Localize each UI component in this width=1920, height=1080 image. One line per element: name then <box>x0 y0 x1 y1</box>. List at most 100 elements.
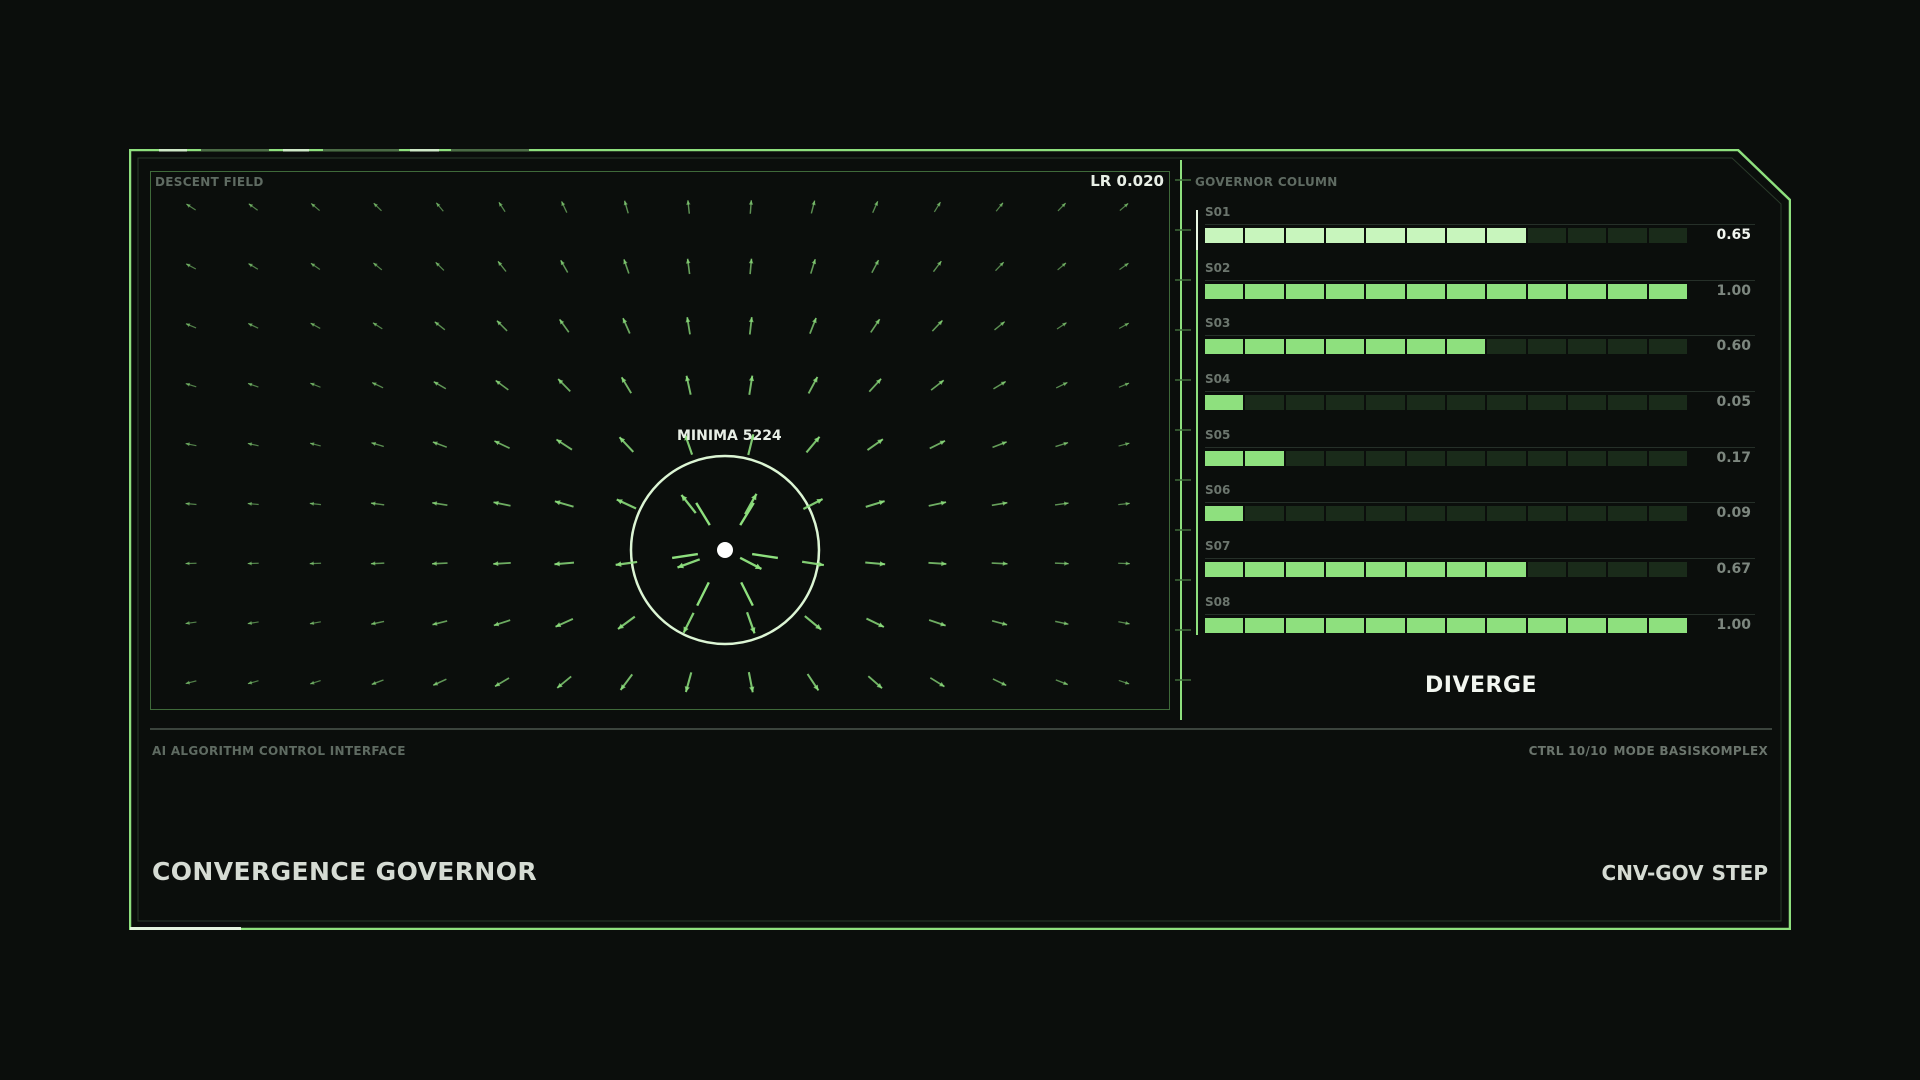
field-vector-arrow <box>747 671 755 693</box>
step-button[interactable]: STEP <box>1712 861 1768 885</box>
bar-segment <box>1205 228 1244 243</box>
field-vector-arrow <box>1055 620 1069 626</box>
field-vector-arrow <box>247 501 259 506</box>
bar-segment <box>1366 395 1405 411</box>
field-vector-arrow <box>371 620 385 626</box>
field-vector-arrow <box>748 317 754 335</box>
field-vector-arrow <box>554 500 574 508</box>
governor-row-rule <box>1205 279 1755 281</box>
field-vector-arrow <box>1054 561 1069 566</box>
field-vector-arrow <box>185 323 197 329</box>
bar-segment <box>1205 450 1244 466</box>
bar-segment <box>1487 562 1526 578</box>
field-vector-arrow <box>993 380 1007 390</box>
bar-segment <box>1406 450 1445 466</box>
bar-segment <box>1285 228 1324 243</box>
field-vector-arrow <box>1118 561 1130 566</box>
bar-segment <box>1285 339 1324 355</box>
bar-segment <box>1487 450 1526 466</box>
governor-row[interactable]: S01 0.65 <box>1195 202 1757 258</box>
field-vector-arrow <box>809 317 817 335</box>
field-vector-arrow <box>739 556 763 571</box>
field-vector-arrow <box>556 675 572 689</box>
bar-segment <box>1326 339 1365 355</box>
governor-row[interactable]: S08 1.00 <box>1195 592 1757 648</box>
bar-segment <box>1406 395 1445 411</box>
descent-field-title: DESCENT FIELD <box>155 175 264 189</box>
governor-level-bar[interactable] <box>1205 562 1687 578</box>
governor-level-bar[interactable] <box>1205 450 1687 466</box>
governor-level-bar[interactable] <box>1205 228 1687 243</box>
governor-row[interactable]: S02 1.00 <box>1195 258 1757 314</box>
bar-segment <box>1527 339 1566 355</box>
governor-row-label: S07 <box>1205 539 1231 554</box>
field-vector-arrow <box>623 200 629 214</box>
bar-segment <box>1527 450 1566 466</box>
bar-segment <box>1608 450 1647 466</box>
field-vector-arrow <box>557 378 571 393</box>
governor-row[interactable]: S07 0.67 <box>1195 536 1757 592</box>
bar-segment <box>1447 562 1486 578</box>
governor-row-value: 0.60 <box>1716 338 1751 355</box>
field-vector-arrow <box>248 203 259 211</box>
minima-point[interactable] <box>717 542 733 558</box>
field-vector-arrow <box>373 202 382 212</box>
bar-segment <box>1366 562 1405 578</box>
bar-segment <box>1285 506 1324 522</box>
app-title: CONVERGENCE GOVERNOR <box>152 857 538 886</box>
bar-segment <box>1245 617 1284 633</box>
field-vector-arrow <box>806 673 820 691</box>
field-vector-arrow <box>677 558 701 569</box>
field-vector-arrow <box>748 375 755 395</box>
field-vector-arrow <box>1055 441 1069 448</box>
field-vector-arrow <box>680 494 697 514</box>
field-vector-arrow <box>185 263 197 270</box>
field-vector-arrow <box>615 560 638 567</box>
field-vector-arrow <box>801 560 825 567</box>
bar-segment <box>1608 617 1647 633</box>
interface-label: AI ALGORITHM CONTROL INTERFACE <box>152 744 406 758</box>
field-vector-arrow <box>932 260 942 273</box>
field-vector-arrow <box>1056 322 1067 330</box>
bar-segment <box>1527 562 1566 578</box>
bar-segment <box>1568 617 1607 633</box>
governor-row-label: S01 <box>1205 205 1231 219</box>
field-vector-arrow <box>1119 262 1129 271</box>
governor-level-bar[interactable] <box>1205 506 1687 522</box>
field-vector-arrow <box>994 321 1006 331</box>
field-vector-arrow <box>1055 381 1068 389</box>
governor-row[interactable]: S04 0.05 <box>1195 369 1757 425</box>
field-vector-arrow <box>309 501 322 506</box>
governor-row[interactable]: S05 0.17 <box>1195 425 1757 481</box>
field-vector-arrow <box>991 561 1008 566</box>
governor-level-bar[interactable] <box>1205 395 1687 411</box>
bar-segment <box>1366 339 1405 355</box>
governor-level-bar[interactable] <box>1205 283 1687 299</box>
field-vector-arrow <box>1118 382 1130 388</box>
ctrl-count: CTRL 10/10 <box>1528 744 1608 758</box>
bar-segment <box>1326 450 1365 466</box>
governor-row[interactable]: S03 0.60 <box>1195 313 1757 369</box>
field-vector-arrow <box>309 561 322 566</box>
descent-field-panel[interactable] <box>150 171 1170 710</box>
field-vector-arrow <box>866 438 884 451</box>
minima-vector-arrow <box>740 581 754 607</box>
bar-segment <box>1366 283 1405 299</box>
field-vector-arrow <box>929 440 946 450</box>
governor-row[interactable]: S06 0.09 <box>1195 480 1757 536</box>
field-vector-arrow <box>432 561 448 566</box>
field-vector-arrow <box>495 379 509 391</box>
bar-segment <box>1608 506 1647 522</box>
bar-segment <box>1487 339 1526 355</box>
field-vector-arrow <box>928 561 947 567</box>
bar-segment <box>1326 617 1365 633</box>
governor-level-bar[interactable] <box>1205 339 1687 355</box>
bar-segment <box>1608 228 1647 243</box>
governor-level-bar[interactable] <box>1205 617 1687 633</box>
bar-segment <box>1447 228 1486 243</box>
field-vector-arrow <box>1057 262 1067 271</box>
field-vector-arrow <box>497 260 507 272</box>
field-vector-arrow <box>493 500 511 507</box>
bar-segment <box>1245 506 1284 522</box>
field-vector-arrow <box>805 436 821 454</box>
